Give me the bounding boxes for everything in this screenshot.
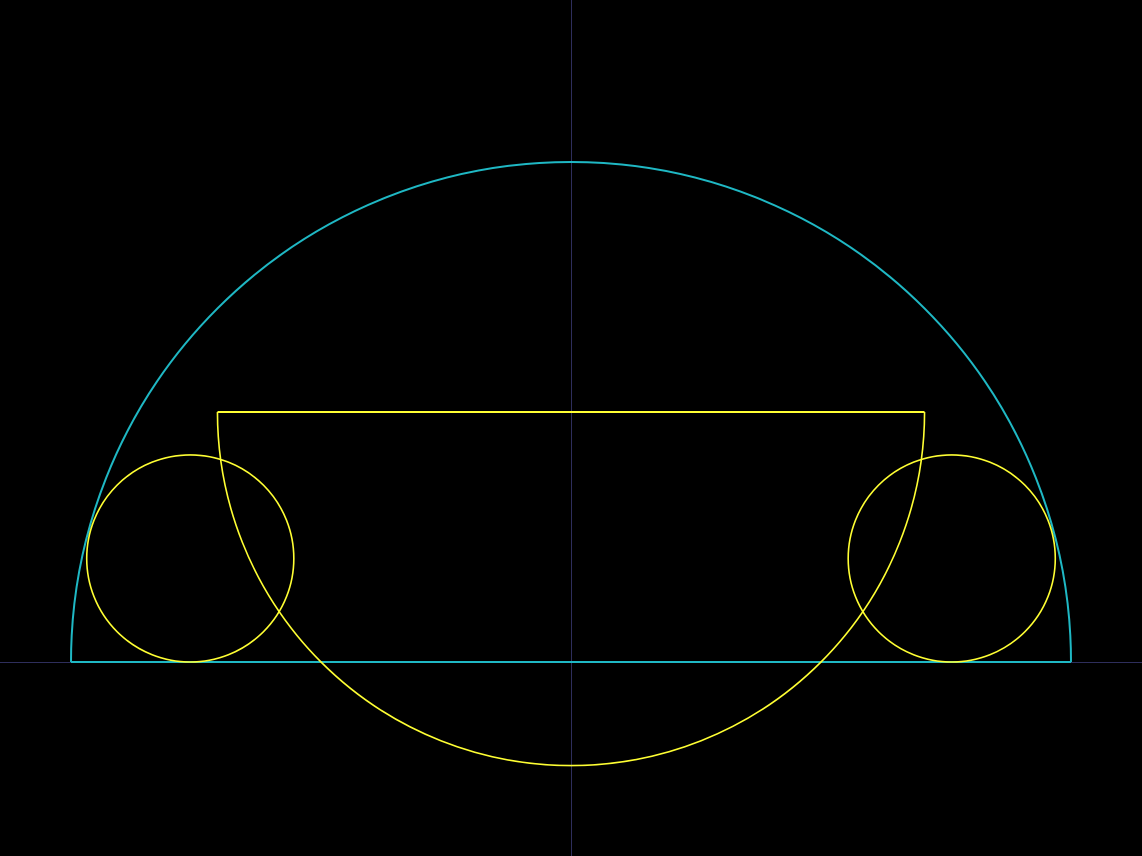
small-circle-left <box>85 454 295 663</box>
geometry-figure <box>0 0 1142 856</box>
drawing-canvas <box>0 0 1142 856</box>
small-circle-right <box>847 454 1057 663</box>
